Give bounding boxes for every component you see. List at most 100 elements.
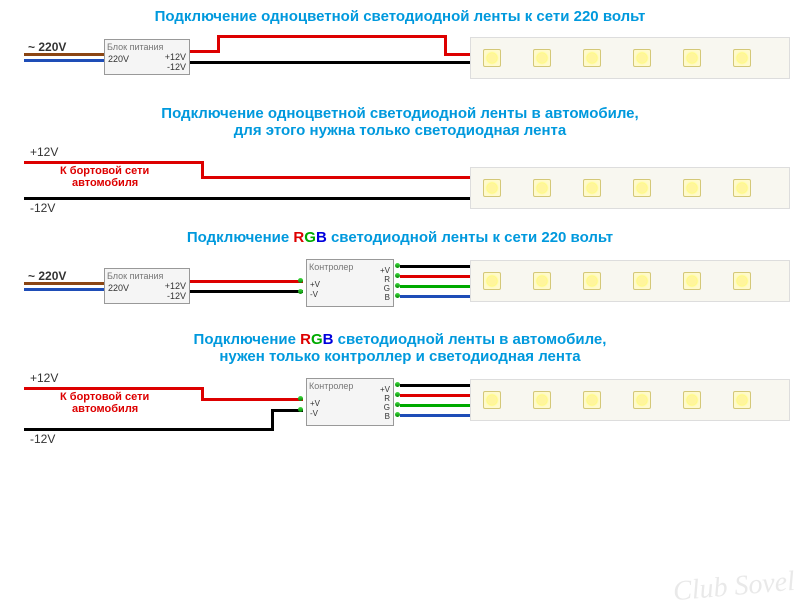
t4a-post: светодиодной ленты в автомобиле, xyxy=(333,331,606,348)
ctrl4-out-pv: +V xyxy=(380,385,390,394)
led xyxy=(583,272,601,290)
t4-r: R xyxy=(300,331,311,348)
t3-post: светодиодной ленты к сети 220 вольт xyxy=(327,229,613,246)
t3-g: G xyxy=(304,229,316,246)
psu-box: Блок питания 220V +12V -12V xyxy=(104,39,190,75)
ctrl4-in-mv: -V xyxy=(310,409,318,418)
ctrl-out-r: R xyxy=(384,275,390,284)
diagram-3: ~ 220V Блок питания 220V +12V -12V Контр… xyxy=(0,254,800,319)
controller-box: Контролер +V -V +V R G B xyxy=(306,259,394,307)
label-m12-4: -12V xyxy=(30,432,55,446)
led xyxy=(633,391,651,409)
t4b: нужен только контроллер и светодиодная л… xyxy=(219,348,580,365)
psu-in-3: 220V xyxy=(108,283,129,293)
led xyxy=(633,179,651,197)
t4-g: G xyxy=(311,331,323,348)
diagram-4: +12V К бортовой сети автомобиля -12V Кон… xyxy=(0,373,800,453)
led xyxy=(483,49,501,67)
ctrl-out-g: G xyxy=(384,284,390,293)
led xyxy=(583,49,601,67)
label-220v-3: ~ 220V xyxy=(28,269,66,283)
ctrl4-out-g: G xyxy=(384,403,390,412)
led xyxy=(683,49,701,67)
led-strip-3 xyxy=(470,260,790,302)
term-in-m-4 xyxy=(298,407,303,412)
wire4-out-r xyxy=(400,394,472,397)
led xyxy=(533,49,551,67)
led xyxy=(583,179,601,197)
psu-in-label: 220V xyxy=(108,54,129,64)
psu-title-3: Блок питания xyxy=(107,271,163,281)
label-car-1: К бортовой сети xyxy=(60,165,149,177)
title-4: Подключение RGB светодиодной ленты в авт… xyxy=(0,331,800,365)
watermark: Club Sovel xyxy=(672,566,796,608)
label-220v: ~ 220V xyxy=(28,40,66,54)
psu-out-p12: +12V xyxy=(165,52,186,62)
ctrl-title-4: Контролер xyxy=(309,381,353,391)
ctrl4-out-b: B xyxy=(385,412,390,421)
t4a-pre: Подключение xyxy=(194,331,301,348)
led-strip-2 xyxy=(470,167,790,209)
psu-out-m12: -12V xyxy=(167,62,186,72)
wire-red-car-1 xyxy=(24,161,204,164)
led xyxy=(533,179,551,197)
title-3: Подключение RGB светодиодной ленты к сет… xyxy=(0,229,800,246)
led xyxy=(633,272,651,290)
wire-red-1 xyxy=(190,50,220,53)
wire4-out-b xyxy=(400,414,472,417)
wire-red-3 xyxy=(217,35,447,38)
title-2a: Подключение одноцветной светодиодной лен… xyxy=(161,105,638,122)
led xyxy=(483,272,501,290)
led xyxy=(683,179,701,197)
ctrl4-out-r: R xyxy=(384,394,390,403)
title-1: Подключение одноцветной светодиодной лен… xyxy=(0,8,800,25)
label-p12: +12V xyxy=(30,145,58,159)
t3-pre: Подключение xyxy=(187,229,294,246)
t4-b: B xyxy=(323,331,334,348)
wire-black-car xyxy=(24,197,471,200)
label-m12: -12V xyxy=(30,201,55,215)
led xyxy=(583,391,601,409)
controller-box-4: Контролер +V -V +V R G B xyxy=(306,378,394,426)
wire-black-4b xyxy=(271,409,274,431)
title-2: Подключение одноцветной светодиодной лен… xyxy=(0,105,800,139)
led xyxy=(533,272,551,290)
wire-red-car-3 xyxy=(201,176,471,179)
ctrl-title: Контролер xyxy=(309,262,353,272)
label-car-2: автомобиля xyxy=(72,177,138,189)
wire-red-psu-ctrl xyxy=(190,280,303,283)
psu-p12-3: +12V xyxy=(165,281,186,291)
label-car-4b: автомобиля xyxy=(72,403,138,415)
led xyxy=(633,49,651,67)
label-p12-4: +12V xyxy=(30,371,58,385)
wire-out-r xyxy=(400,275,472,278)
diagram-2: +12V К бортовой сети автомобиля -12V xyxy=(0,147,800,217)
wire4-out-g xyxy=(400,404,472,407)
led xyxy=(533,391,551,409)
ctrl-out-pv: +V xyxy=(380,266,390,275)
led xyxy=(683,272,701,290)
led xyxy=(483,391,501,409)
wire-black-4a xyxy=(24,428,274,431)
wire-out-b xyxy=(400,295,472,298)
wire-black xyxy=(190,61,474,64)
t3-r: R xyxy=(293,229,304,246)
led xyxy=(733,49,751,67)
diagram-1: ~ 220V Блок питания 220V +12V -12V xyxy=(0,33,800,93)
ctrl-out-b: B xyxy=(385,293,390,302)
psu-box-3: Блок питания 220V +12V -12V xyxy=(104,268,190,304)
led xyxy=(683,391,701,409)
wire-black-psu-ctrl xyxy=(190,290,303,293)
label-car-4a: К бортовой сети xyxy=(60,391,149,403)
term-in-p xyxy=(298,278,303,283)
term-in-m xyxy=(298,289,303,294)
led-strip-4 xyxy=(470,379,790,421)
wire4-out-v xyxy=(400,384,472,387)
led xyxy=(483,179,501,197)
psu-m12-3: -12V xyxy=(167,291,186,301)
ctrl-in-mv: -V xyxy=(310,290,318,299)
term-in-p-4 xyxy=(298,396,303,401)
ctrl-in-pv: +V xyxy=(310,280,320,289)
t3-b: B xyxy=(316,229,327,246)
led xyxy=(733,391,751,409)
